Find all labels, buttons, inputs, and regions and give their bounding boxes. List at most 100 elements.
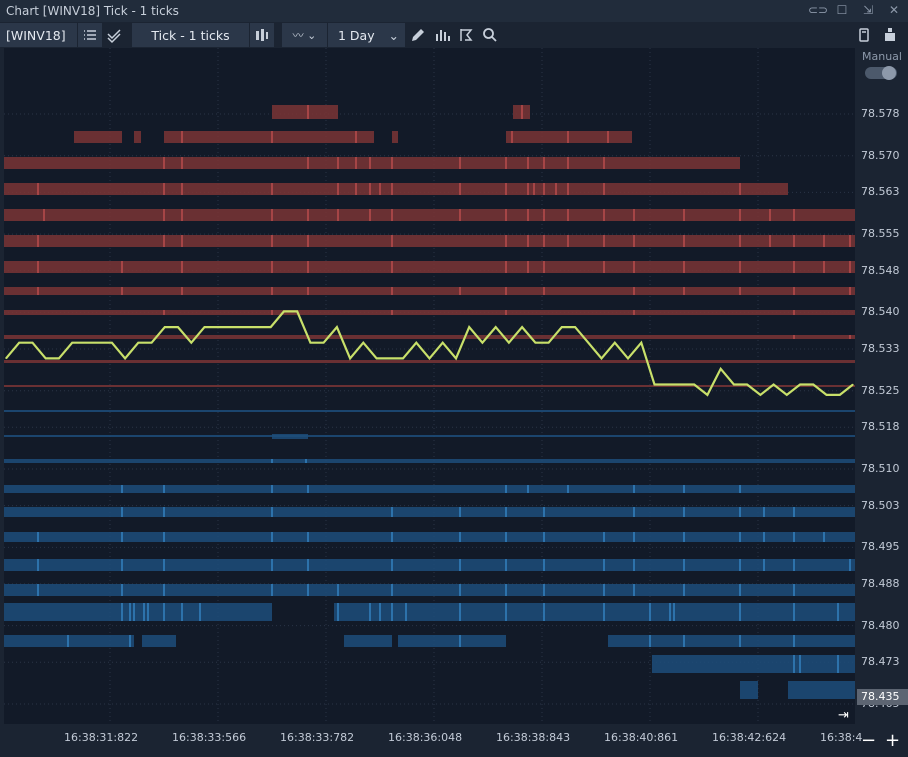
search-icon[interactable] — [478, 23, 502, 47]
depth-band — [134, 131, 141, 143]
price-tick-label: 78.503 — [861, 498, 900, 512]
price-point — [733, 383, 735, 386]
price-point — [706, 394, 709, 396]
chart-svg — [4, 48, 855, 724]
trade-icon[interactable] — [878, 23, 902, 47]
price-point — [5, 357, 7, 359]
maximize-icon[interactable]: ☐ — [834, 2, 850, 18]
depth-band — [4, 209, 855, 221]
depth-band — [608, 635, 855, 647]
depth-band — [4, 584, 855, 596]
depth-band — [4, 603, 272, 621]
depth-band — [652, 655, 855, 673]
window-title: Chart [WINV18] Tick - 1 ticks — [6, 4, 179, 18]
price-point — [455, 357, 457, 359]
time-tick-label: 16:38:40:861 — [604, 731, 679, 744]
price-point — [640, 342, 642, 344]
pin-icon[interactable]: ⇲ — [860, 2, 876, 18]
depth-band — [4, 235, 855, 247]
chart-plot-area[interactable] — [4, 48, 855, 724]
price-point — [773, 383, 775, 386]
depth-band — [4, 360, 855, 363]
depth-band — [4, 261, 855, 273]
price-point — [45, 357, 47, 359]
chevrons-icon[interactable] — [102, 23, 126, 47]
price-line — [5, 310, 854, 397]
price-point — [389, 357, 391, 359]
price-point — [296, 310, 298, 312]
price-point — [31, 342, 34, 344]
depth-band — [272, 105, 338, 119]
time-tick-label: 16:38:33:566 — [172, 731, 247, 744]
bookmark-icon[interactable] — [852, 23, 876, 47]
scroll-to-end-icon[interactable]: ⇥ — [838, 708, 849, 723]
price-point — [151, 342, 153, 344]
price-point — [217, 326, 219, 328]
price-point — [561, 326, 563, 328]
time-tick-label: 16:38:42:624 — [712, 731, 787, 744]
depth-band — [272, 434, 308, 439]
interval-selector[interactable]: Tick - 1 ticks — [132, 23, 250, 47]
price-point — [653, 383, 656, 386]
price-point — [667, 383, 669, 386]
price-tick-label: 78.488 — [861, 576, 900, 590]
price-point — [349, 357, 351, 359]
chart-style-icon[interactable] — [250, 23, 274, 47]
line-type-selector[interactable]: 〰 ⌄ — [282, 23, 328, 47]
price-point — [428, 357, 431, 359]
pencil-icon[interactable] — [406, 23, 430, 47]
time-tick-label: 16:38:33:782 — [280, 731, 355, 744]
price-point — [786, 394, 788, 396]
order-flow-icon[interactable] — [454, 23, 478, 47]
price-tick-label: 78.570 — [861, 148, 900, 162]
price-point — [177, 326, 179, 328]
price-point — [759, 394, 762, 396]
depth-band — [4, 507, 855, 517]
price-point — [402, 357, 404, 359]
close-icon[interactable]: ✕ — [886, 2, 902, 18]
manual-toggle[interactable] — [865, 66, 897, 80]
price-point — [336, 326, 338, 328]
depth-band — [334, 603, 855, 621]
link-icon[interactable]: ⊂⊃ — [808, 2, 828, 18]
depth-band — [142, 635, 176, 647]
price-point — [587, 342, 589, 344]
zoom-in-button[interactable]: + — [885, 730, 900, 751]
depth-band — [4, 532, 855, 542]
depth-band — [506, 131, 632, 143]
depth-band — [4, 485, 855, 493]
depth-band — [4, 385, 855, 387]
depth-band — [164, 131, 374, 143]
price-point — [495, 326, 497, 328]
indicators-icon[interactable] — [430, 23, 454, 47]
chart-toolbar: [WINV18] Tick - 1 ticks 〰 ⌄ 1 Day ⌄ — [0, 22, 908, 48]
depth-band — [4, 635, 134, 647]
price-point — [58, 357, 60, 359]
depth-band — [4, 287, 855, 295]
range-selector[interactable]: 1 Day ⌄ — [328, 23, 406, 47]
depth-band — [4, 459, 855, 463]
price-point — [111, 342, 113, 344]
price-tick-label: 78.548 — [861, 263, 900, 277]
symbol-selector[interactable]: [WINV18] — [0, 23, 78, 47]
depth-band — [740, 681, 758, 699]
price-point — [574, 326, 576, 328]
price-point — [614, 342, 616, 344]
price-point — [508, 342, 510, 344]
chart-window: Chart [WINV18] Tick - 1 ticks ⊂⊃ ☐ ⇲ ✕ [… — [0, 0, 908, 757]
depth-band — [398, 635, 506, 647]
price-point — [137, 342, 139, 344]
list-icon[interactable] — [78, 23, 102, 47]
zoom-out-button[interactable]: − — [861, 730, 876, 751]
price-tick-label: 78.563 — [861, 185, 900, 199]
price-axis[interactable]: Manual 78.578 78.570 78.563 78.555 78.548 78.… — [855, 48, 908, 724]
price-point — [18, 342, 20, 344]
price-point — [309, 342, 311, 344]
time-axis[interactable]: 16:38:31:822 16:38:33:566 16:38:33:782 16:3… — [4, 724, 862, 757]
price-tick-label: 78.540 — [861, 305, 900, 319]
depth-band — [4, 157, 740, 169]
price-point — [270, 326, 272, 328]
depth-band — [392, 131, 398, 143]
depth-band — [74, 131, 122, 143]
price-point — [124, 357, 126, 359]
